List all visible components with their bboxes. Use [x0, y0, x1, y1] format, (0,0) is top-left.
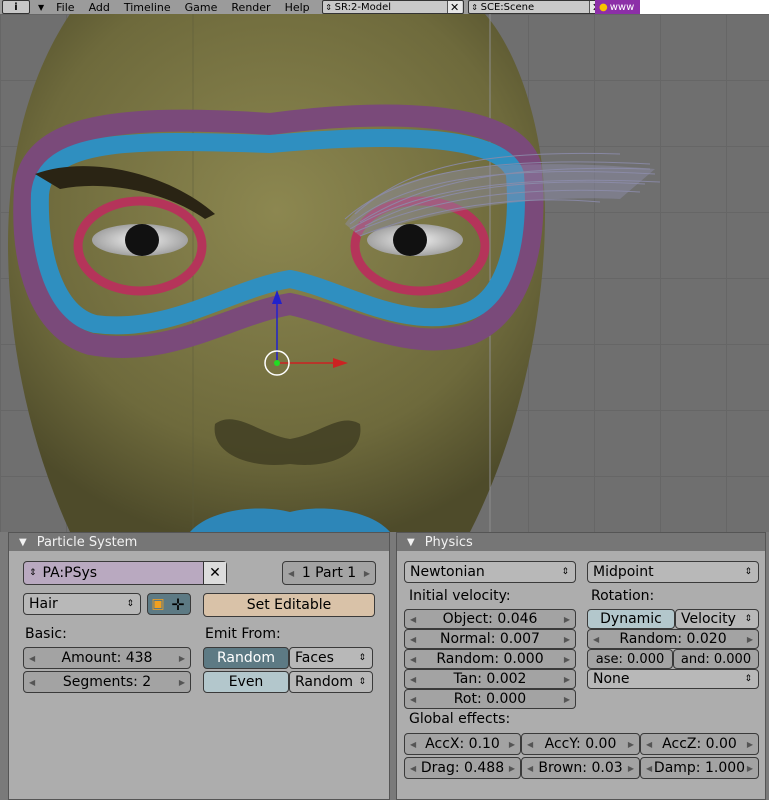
emit-even-label: Even	[228, 674, 264, 690]
menu-timeline[interactable]: Timeline	[124, 1, 171, 14]
accz-field[interactable]: ◀ AccZ: 0.00 ▶	[640, 733, 759, 755]
integrator-menu[interactable]: Midpoint ⇕	[587, 561, 759, 583]
amount-value: Amount: 438	[61, 650, 153, 666]
particle-type-menu[interactable]: Hair ⇕	[23, 593, 141, 615]
info-window-button[interactable]: i	[2, 0, 30, 14]
face-render	[8, 14, 661, 532]
physics-header[interactable]: ▼ Physics	[397, 533, 765, 551]
part-label: 1 Part 1	[301, 565, 357, 581]
psys-name: PA:PSys	[42, 565, 98, 581]
angular-velocity-value: None	[593, 671, 630, 687]
rot-velocity-field[interactable]: ◀ Rot: 0.000 ▶	[404, 689, 576, 709]
random-velocity-field[interactable]: ◀ Random: 0.000 ▶	[404, 649, 576, 669]
particle-system-index[interactable]: ◀ 1 Part 1 ▶	[282, 561, 376, 585]
angular-velocity-menu[interactable]: None ⇕	[587, 669, 759, 689]
add-icon[interactable]: ✛	[168, 595, 188, 614]
collapse-menu-icon[interactable]: ▼	[38, 3, 44, 12]
tan-velocity-field[interactable]: ◀ Tan: 0.002 ▶	[404, 669, 576, 689]
browser-tab-label: www	[609, 1, 635, 13]
menu-game[interactable]: Game	[185, 1, 218, 14]
emit-random-toggle[interactable]: Random	[203, 647, 289, 669]
phase-field[interactable]: ase: 0.000	[587, 649, 673, 669]
accy-field[interactable]: ◀ AccY: 0.00 ▶	[521, 733, 640, 755]
drag-field[interactable]: ◀ Drag: 0.488 ▶	[404, 757, 521, 779]
random-velocity-value: Random: 0.000	[436, 651, 544, 667]
emit-even-toggle[interactable]: Even	[203, 671, 289, 693]
updown-arrows-icon[interactable]: ⇕	[29, 568, 37, 578]
emit-dist-value: Random	[295, 674, 353, 690]
scene-selector[interactable]: ⇕ SCE:Scene ✕	[467, 0, 606, 14]
initial-velocity-label: Initial velocity:	[409, 588, 511, 604]
rotation-random-value: Random: 0.020	[619, 631, 727, 647]
rotation-mode-menu[interactable]: Velocity ⇕	[675, 609, 759, 629]
render-icon[interactable]: ▣	[148, 596, 168, 612]
info-icon: i	[14, 1, 18, 13]
dynamic-label: Dynamic	[600, 611, 662, 627]
menu-help[interactable]: Help	[285, 1, 310, 14]
menu-add[interactable]: Add	[89, 1, 110, 14]
buttons-window: ▼ Particle System ⇕ PA:PSys ✕ ◀ 1 Part 1 ▶…	[0, 532, 769, 800]
basic-label: Basic:	[25, 626, 67, 642]
display-toggles[interactable]: ▣ ✛	[147, 593, 191, 615]
phase-random-field[interactable]: and: 0.000	[673, 649, 759, 669]
phase-random-value: and: 0.000	[680, 651, 752, 667]
phase-value: ase: 0.000	[595, 651, 665, 667]
normal-velocity-field[interactable]: ◀ Normal: 0.007 ▶	[404, 629, 576, 649]
object-velocity-field[interactable]: ◀ Object: 0.046 ▶	[404, 609, 576, 629]
physics-panel: ▼ Physics Newtonian ⇕ Midpoint ⇕ Initial v…	[396, 532, 766, 800]
top-menu-bar: i ▼ File Add Timeline Game Render Help ⇕…	[0, 0, 640, 15]
menu-file[interactable]: File	[56, 1, 74, 14]
amount-field[interactable]: ◀ Amount: 438 ▶	[23, 647, 191, 669]
scene-arrows-icon[interactable]: ⇕	[469, 3, 481, 12]
accz-value: AccZ: 0.00	[662, 736, 737, 752]
rotation-mode-value: Velocity	[681, 611, 736, 627]
segments-field[interactable]: ◀ Segments: 2 ▶	[23, 671, 191, 693]
brown-value: Brown: 0.03	[538, 760, 623, 776]
physics-type-value: Newtonian	[410, 564, 485, 580]
panel-title: Particle System	[36, 534, 138, 550]
accx-value: AccX: 0.10	[425, 736, 500, 752]
emit-from-label: Emit From:	[205, 626, 281, 642]
set-editable-button[interactable]: Set Editable	[203, 593, 375, 617]
screen-arrows-icon[interactable]: ⇕	[323, 3, 335, 12]
type-value: Hair	[29, 596, 58, 612]
normal-velocity-value: Normal: 0.007	[440, 631, 540, 647]
dynamic-rotation-toggle[interactable]: Dynamic	[587, 609, 675, 629]
emit-random-label: Random	[217, 650, 275, 666]
emit-from-menu[interactable]: Faces ⇕	[289, 647, 373, 669]
panel-title: Physics	[424, 534, 473, 550]
segments-value: Segments: 2	[62, 674, 152, 690]
physics-type-menu[interactable]: Newtonian ⇕	[404, 561, 576, 583]
drag-value: Drag: 0.488	[420, 760, 505, 776]
emit-distribution-menu[interactable]: Random ⇕	[289, 671, 373, 693]
collapse-arrow-icon[interactable]: ▼	[19, 537, 27, 548]
tan-velocity-value: Tan: 0.002	[453, 671, 527, 687]
set-editable-label: Set Editable	[246, 597, 332, 613]
particle-system-header[interactable]: ▼ Particle System	[9, 533, 389, 551]
screen-selector[interactable]: ⇕ SR:2-Model ✕	[321, 0, 464, 14]
screen-delete-icon[interactable]: ✕	[446, 1, 462, 14]
browser-tab[interactable]: ● www	[595, 0, 640, 14]
menu-render[interactable]: Render	[231, 1, 270, 14]
particle-system-name-field[interactable]: ⇕ PA:PSys ✕	[23, 561, 227, 585]
rotation-random-field[interactable]: ◀ Random: 0.020 ▶	[587, 629, 759, 649]
damp-field[interactable]: ◀ Damp: 1.000 ▶	[640, 757, 759, 779]
scene-name: SCE:Scene	[480, 1, 535, 13]
accx-field[interactable]: ◀ AccX: 0.10 ▶	[404, 733, 521, 755]
integrator-value: Midpoint	[593, 564, 654, 580]
emit-faces-value: Faces	[295, 650, 334, 666]
particle-system-panel: ▼ Particle System ⇕ PA:PSys ✕ ◀ 1 Part 1 ▶…	[8, 532, 390, 800]
rotation-label: Rotation:	[591, 588, 655, 604]
damp-value: Damp: 1.000	[653, 760, 746, 776]
delete-psys-icon[interactable]: ✕	[203, 562, 226, 584]
accy-value: AccY: 0.00	[544, 736, 617, 752]
object-velocity-value: Object: 0.046	[442, 611, 538, 627]
rot-velocity-value: Rot: 0.000	[453, 691, 527, 707]
collapse-arrow-icon[interactable]: ▼	[407, 537, 415, 548]
brown-field[interactable]: ◀ Brown: 0.03 ▶	[521, 757, 640, 779]
browser-icon: ●	[599, 1, 608, 13]
global-effects-label: Global effects:	[409, 711, 511, 727]
screen-name: SR:2-Model	[334, 1, 392, 13]
3d-viewport[interactable]	[0, 14, 769, 532]
